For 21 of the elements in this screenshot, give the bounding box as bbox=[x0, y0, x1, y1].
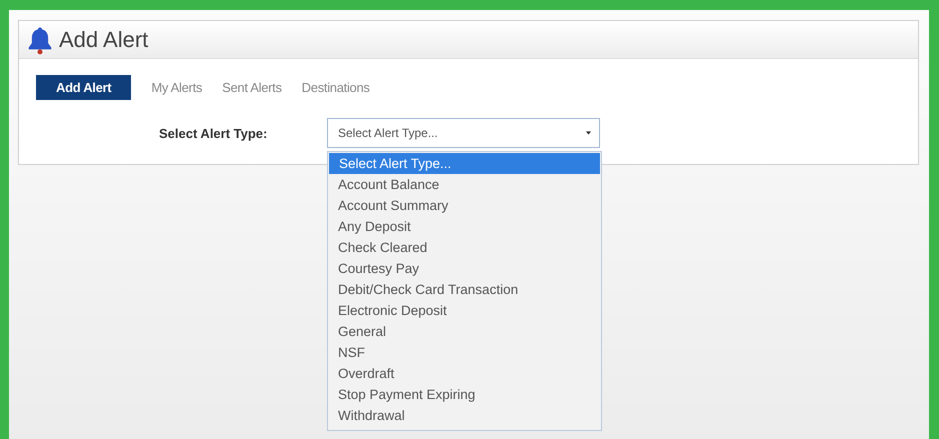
dropdown-option[interactable]: Stop Payment Expiring bbox=[328, 384, 601, 405]
tab[interactable]: My Alerts bbox=[143, 75, 210, 100]
dropdown-option[interactable]: Account Balance bbox=[328, 174, 601, 195]
dropdown-option[interactable]: Courtesy Pay bbox=[328, 258, 601, 279]
field-label: Select Alert Type: bbox=[159, 126, 268, 140]
dropdown-option[interactable]: Overdraft bbox=[328, 363, 601, 384]
dropdown-option[interactable]: Withdrawal bbox=[328, 405, 601, 426]
alert-type-dropdown[interactable]: Select Alert Type... bbox=[327, 118, 600, 148]
dropdown-option[interactable]: Account Summary bbox=[328, 195, 601, 216]
tab[interactable]: Destinations bbox=[294, 75, 378, 100]
panel-title: Add Alert bbox=[59, 26, 148, 52]
dropdown-option[interactable]: Any Deposit bbox=[328, 216, 601, 237]
tab[interactable]: Sent Alerts bbox=[214, 75, 290, 100]
dropdown-option[interactable]: Electronic Deposit bbox=[328, 300, 601, 321]
caret-icon bbox=[586, 131, 591, 135]
tab[interactable]: Add Alert bbox=[36, 75, 132, 100]
dropdown-option[interactable]: Check Cleared bbox=[328, 237, 601, 258]
dropdown-option[interactable]: General bbox=[328, 321, 601, 342]
dropdown-option[interactable]: NSF bbox=[328, 342, 601, 363]
dropdown-option[interactable]: Debit/Check Card Transaction bbox=[328, 279, 601, 300]
dropdown-option[interactable]: Select Alert Type... bbox=[329, 153, 600, 174]
